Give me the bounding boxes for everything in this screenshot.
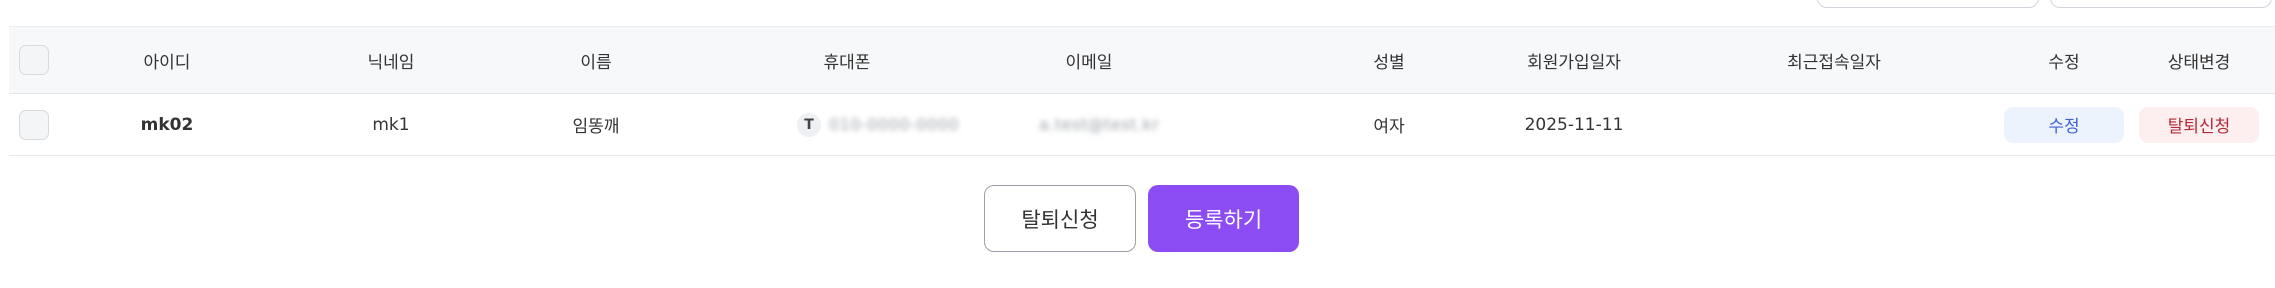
row-checkbox-cell[interactable] (19, 94, 49, 155)
header-last-login: 최근접속일자 (1787, 52, 1881, 73)
header-phone: 휴대폰 (823, 52, 871, 73)
header-email: 이메일 (1065, 52, 1113, 73)
phone-number-masked: 010-0000-0000 (829, 115, 960, 134)
header-join-date: 회원가입일자 (1527, 52, 1621, 73)
withdraw-request-button[interactable]: 탈퇴신청 (2139, 106, 2259, 143)
cell-nickname: mk1 (372, 114, 410, 135)
cell-edit: 수정 (2004, 94, 2124, 155)
table-header: 아이디 닉네임 이름 휴대폰 이메일 성별 회원가입일자 최근접속일자 수정 상… (9, 26, 2275, 94)
select-all-checkbox-cell[interactable] (19, 27, 49, 93)
header-edit: 수정 (2048, 52, 2080, 73)
cell-status-change: 탈퇴신청 (2139, 94, 2259, 155)
top-action-button-2[interactable] (2050, 0, 2272, 8)
cell-name: 임똥깨 (572, 117, 620, 137)
table-row: mk02 mk1 임똥깨 T 010-0000-0000 a.test@test… (9, 94, 2275, 156)
header-nickname: 닉네임 (367, 52, 415, 73)
header-gender: 성별 (1373, 52, 1405, 73)
register-button[interactable]: 등록하기 (1148, 185, 1299, 252)
row-checkbox[interactable] (19, 109, 49, 140)
phone-carrier-badge: T (797, 112, 821, 137)
cell-join-date: 2025-11-11 (1524, 114, 1624, 135)
cell-gender: 여자 (1373, 117, 1405, 137)
header-id: 아이디 (143, 52, 191, 73)
select-all-checkbox[interactable] (19, 45, 49, 75)
edit-button[interactable]: 수정 (2004, 106, 2124, 143)
cell-email: a.test@test.kr (1039, 94, 1219, 155)
header-status-change: 상태변경 (2167, 52, 2231, 73)
top-action-button-1[interactable] (1817, 0, 2039, 8)
cell-phone: T 010-0000-0000 (797, 94, 987, 155)
member-table: 아이디 닉네임 이름 휴대폰 이메일 성별 회원가입일자 최근접속일자 수정 상… (9, 26, 2275, 156)
cell-last-login (1744, 94, 1924, 155)
header-name: 이름 (580, 52, 612, 73)
email-masked: a.test@test.kr (1039, 115, 1160, 134)
bulk-withdraw-button[interactable]: 탈퇴신청 (984, 185, 1136, 252)
cell-id: mk02 (140, 114, 194, 135)
